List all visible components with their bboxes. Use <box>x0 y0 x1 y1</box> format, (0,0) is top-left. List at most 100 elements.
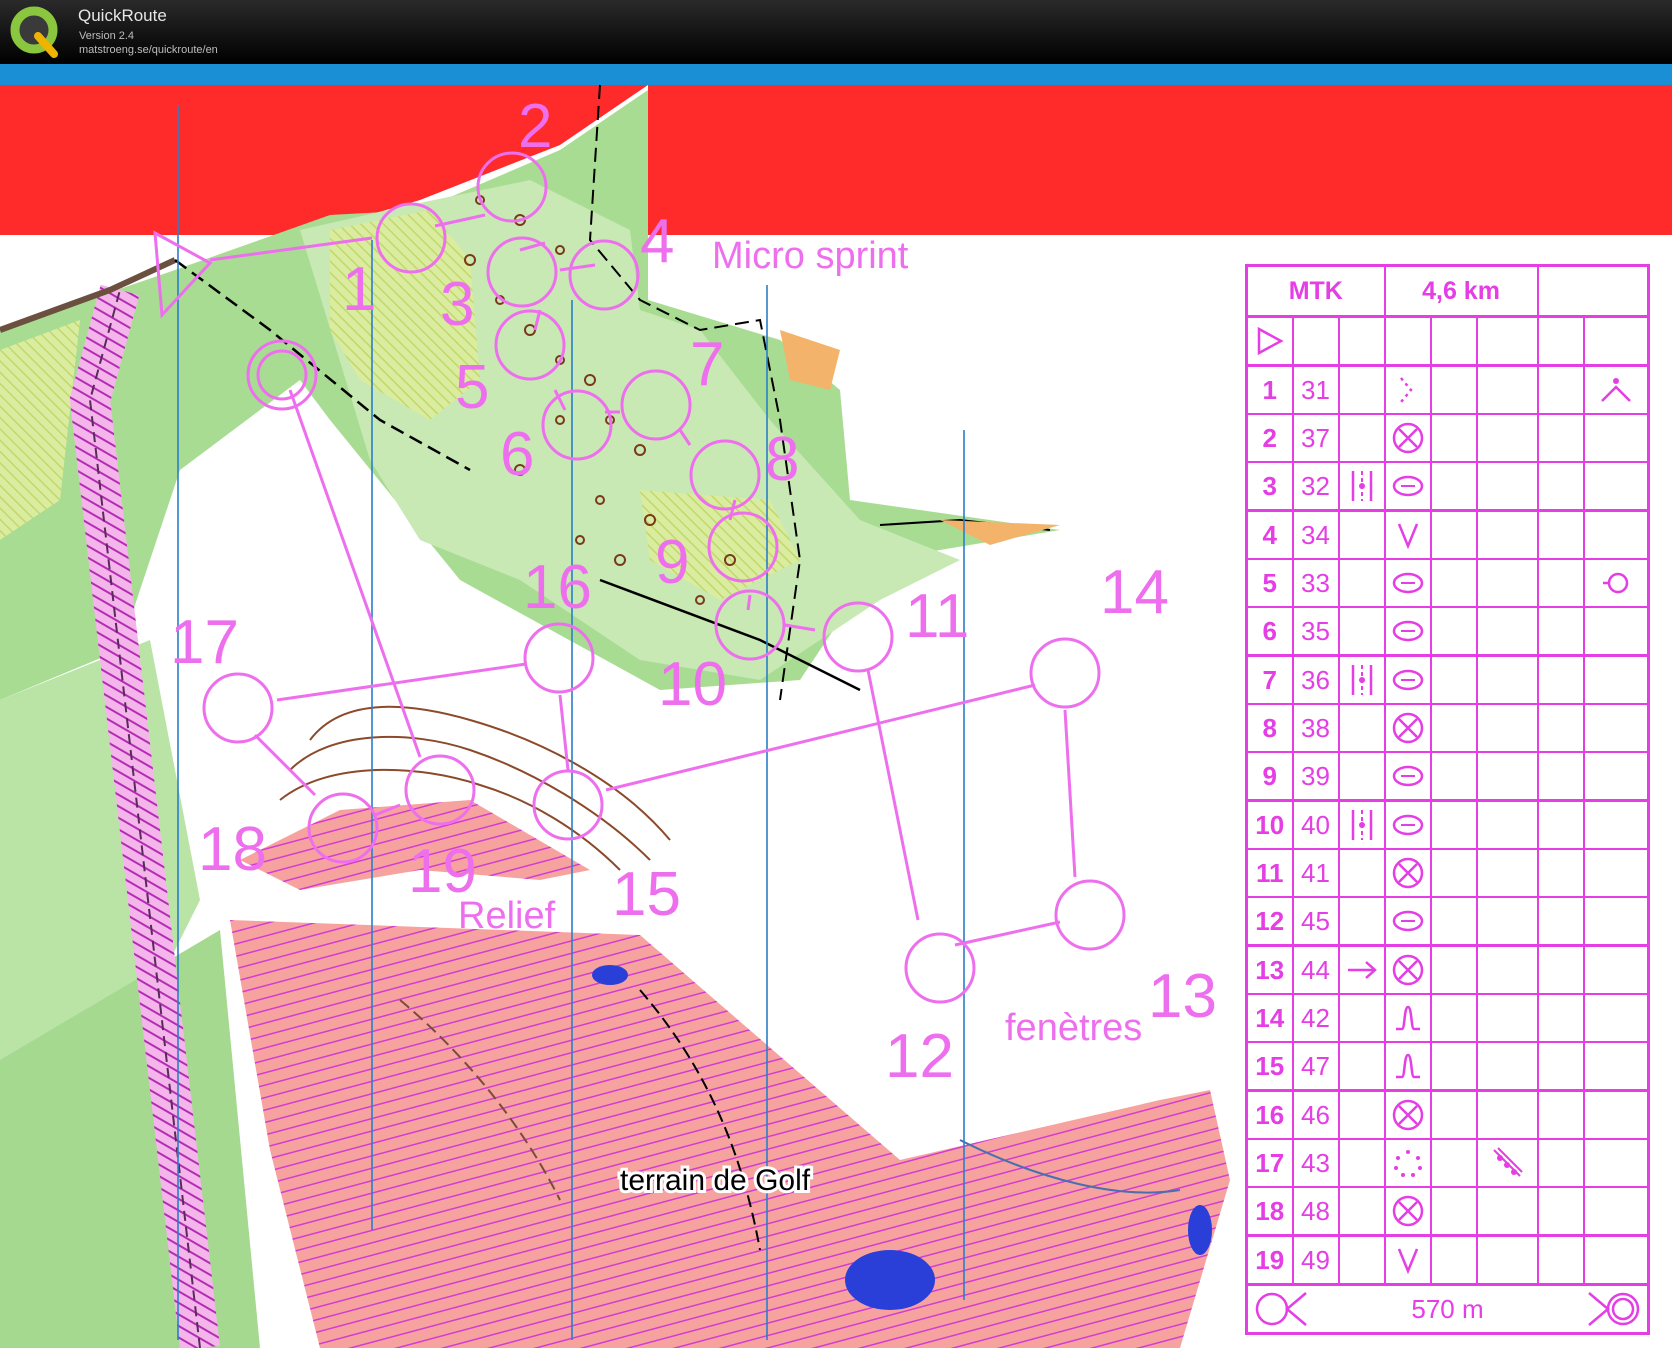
cross-icon <box>1392 422 1423 454</box>
column-f <box>1475 509 1539 560</box>
control-seq: 15 <box>1245 1041 1294 1092</box>
column-e <box>1429 944 1478 995</box>
control-seq: 10 <box>1245 799 1294 850</box>
label-relief: Relief <box>458 895 556 937</box>
control-code: 36 <box>1291 654 1340 705</box>
column-c <box>1337 848 1386 898</box>
column-h <box>1582 1234 1650 1286</box>
column-g <box>1536 413 1585 463</box>
column-d <box>1383 509 1432 560</box>
boulder-icon <box>1392 620 1423 642</box>
stripes-icon <box>1351 471 1372 501</box>
knoll-icon <box>1395 1005 1420 1031</box>
column-g <box>1536 1041 1585 1092</box>
course-distance: 4,6 km <box>1383 264 1539 318</box>
control-seq: 9 <box>1245 751 1294 802</box>
column-e <box>1429 461 1478 512</box>
label-fenetres: fenètres <box>1005 1007 1142 1049</box>
column-d <box>1383 654 1432 705</box>
vee-icon <box>1397 523 1418 550</box>
column-g <box>1536 944 1585 995</box>
column-e <box>1429 1186 1478 1237</box>
column-f <box>1475 1234 1539 1286</box>
column-e <box>1429 1089 1478 1140</box>
column-f <box>1475 848 1539 898</box>
boulder-icon <box>1392 475 1423 497</box>
event-name: MTK <box>1245 264 1386 318</box>
column-h <box>1582 1041 1650 1092</box>
control-seq: 3 <box>1245 461 1294 512</box>
cross-icon <box>1392 857 1423 889</box>
column-d <box>1383 799 1432 850</box>
column-f <box>1475 751 1539 802</box>
column-h <box>1582 364 1650 415</box>
column-f <box>1475 558 1539 608</box>
start-icon <box>1245 315 1294 367</box>
control-number-10: 10 <box>658 650 727 719</box>
column-g <box>1536 848 1585 898</box>
column-d <box>1383 413 1432 463</box>
column-h <box>1582 799 1650 850</box>
control-description-sheet: MTK 4,6 km 1 31 2 37 3 32 4 34 5 33 6 35 7 36 8 38 9 39 10… <box>1245 264 1651 1335</box>
column-e <box>1429 1041 1478 1092</box>
column-f <box>1475 799 1539 850</box>
arrow-icon <box>1347 961 1377 979</box>
column-c <box>1337 993 1386 1043</box>
control-row: 10 40 <box>1245 799 1650 850</box>
column-c <box>1337 558 1386 608</box>
column-g <box>1536 1089 1585 1140</box>
control-number-1: 1 <box>342 255 376 324</box>
column-g <box>1536 364 1585 415</box>
column-h <box>1582 606 1650 657</box>
column-g <box>1536 993 1585 1043</box>
boulder-icon <box>1392 765 1423 787</box>
control-row: 15 47 <box>1245 1041 1650 1092</box>
vee-icon <box>1397 1248 1418 1275</box>
boulder-icon <box>1392 814 1423 836</box>
column-c <box>1337 606 1386 657</box>
column-f <box>1475 1138 1539 1188</box>
column-c <box>1337 364 1386 415</box>
control-seq: 4 <box>1245 509 1294 560</box>
label-golf: terrain de Golf <box>620 1164 811 1197</box>
control-seq: 8 <box>1245 703 1294 753</box>
column-f <box>1475 461 1539 512</box>
control-code: 32 <box>1291 461 1340 512</box>
control-row: 17 43 <box>1245 1138 1650 1188</box>
control-number-15: 15 <box>612 860 681 929</box>
control-seq: 1 <box>1245 364 1294 415</box>
column-h <box>1582 703 1650 753</box>
control-code: 40 <box>1291 799 1340 850</box>
control-row: 7 36 <box>1245 654 1650 705</box>
control-seq: 19 <box>1245 1234 1294 1286</box>
column-g <box>1536 654 1585 705</box>
column-d <box>1383 1089 1432 1140</box>
control-number-18: 18 <box>198 815 267 884</box>
column-e <box>1429 413 1478 463</box>
control-seq: 7 <box>1245 654 1294 705</box>
control-seq: 5 <box>1245 558 1294 608</box>
column-f <box>1475 1041 1539 1092</box>
control-number-11: 11 <box>905 582 969 651</box>
column-g <box>1536 751 1585 802</box>
finish-distance: 570 m <box>1411 1293 1484 1324</box>
control-number-8: 8 <box>765 425 799 494</box>
control-row: 11 41 <box>1245 848 1650 898</box>
column-g <box>1536 606 1585 657</box>
column-h <box>1582 848 1650 898</box>
control-code: 34 <box>1291 509 1340 560</box>
column-f <box>1475 1186 1539 1237</box>
column-g <box>1536 896 1585 947</box>
control-number-17: 17 <box>170 608 239 677</box>
control-row: 12 45 <box>1245 896 1650 947</box>
control-code: 49 <box>1291 1234 1340 1286</box>
column-d <box>1383 1186 1432 1237</box>
column-d <box>1383 1041 1432 1092</box>
column-g <box>1536 1138 1585 1188</box>
column-e <box>1429 799 1478 850</box>
column-h <box>1582 413 1650 463</box>
control-code: 39 <box>1291 751 1340 802</box>
column-h <box>1582 558 1650 608</box>
boulder-icon <box>1392 910 1423 932</box>
column-e <box>1429 654 1478 705</box>
